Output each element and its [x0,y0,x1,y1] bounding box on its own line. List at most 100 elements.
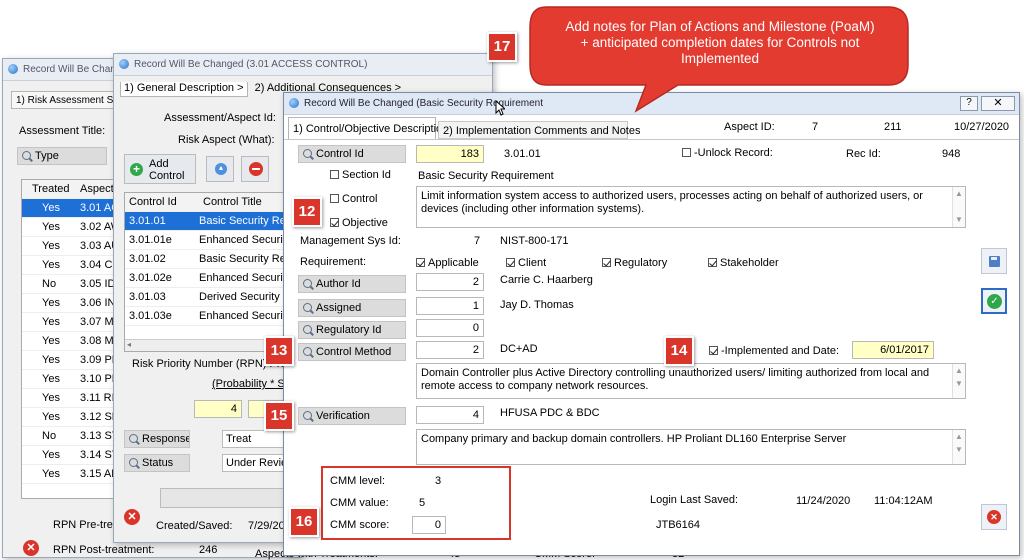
search-icon [303,347,312,356]
assigned-name: Jay D. Thomas [500,299,574,311]
control-id-lookup-button[interactable]: Control Id [298,145,406,163]
implemented-date-field[interactable]: 6/01/2017 [852,341,934,359]
description-text: Limit information system access to autho… [421,190,923,215]
unlock-record-checkbox[interactable]: -Unlock Record: [682,147,773,159]
cmm-level-label: CMM level: [330,475,386,487]
horizontal-scrollbar[interactable]: ◂ [125,339,283,351]
checkbox-label: Applicable [428,257,479,269]
verification-field[interactable]: 4 [416,406,484,424]
assessment-title-label: Assessment Title: [19,125,106,137]
checkbox-label: Stakeholder [720,257,779,269]
method-description-field[interactable]: Domain Controller plus Active Directory … [416,363,966,399]
control-id-field[interactable]: 183 [416,145,484,163]
table-row[interactable]: 3.01.01 Basic Security Req [125,212,283,231]
table-row[interactable]: Yes 3.15 AD [22,465,120,484]
status-field[interactable]: Under Review [222,454,286,472]
button-label: Add Control [149,158,185,182]
regulatory-id-lookup-button[interactable]: Regulatory Id [298,321,406,339]
button-label: Verification [316,410,370,422]
response-lookup-button[interactable]: Response [124,430,190,448]
delete-icon[interactable]: ✕ [23,540,39,556]
search-icon [129,458,138,467]
control-code: 3.01.01 [504,148,541,160]
tab-risk-assessment-setup[interactable]: 1) Risk Assessment Setu [11,91,121,109]
control-id-cell: 3.01.03 [129,291,166,303]
objective-checkbox[interactable]: Objective [330,217,388,229]
applicable-checkbox[interactable]: Applicable [416,257,479,269]
tab-implementation-comments[interactable]: 2) Implementation Comments and Notes [438,121,640,139]
save-button[interactable] [981,248,1007,274]
table-row[interactable]: Yes 3.03 AU [22,237,120,256]
remove-button[interactable] [241,156,269,182]
description-field[interactable]: Limit information system access to autho… [416,186,966,228]
author-name: Carrie C. Haarberg [500,274,593,286]
regulatory-checkbox[interactable]: Regulatory [602,257,667,269]
table-row[interactable]: Yes 3.01 AC [22,199,120,218]
table-row[interactable]: 3.01.02 Basic Security Req [125,250,283,269]
add-control-button[interactable]: + Add Control [124,154,196,184]
cmm-score-field[interactable]: 0 [412,516,446,534]
table-row[interactable]: 3.01.01e Enhanced Security [125,231,283,250]
tab-general-description[interactable]: 1) General Description > [120,82,248,97]
treated-cell: Yes [42,221,60,233]
assigned-lookup-button[interactable]: Assigned [298,299,406,317]
delete-icon[interactable]: ✕ [124,509,140,525]
rec-id-value: 948 [942,148,961,160]
scrollbar[interactable]: ▲ ▼ [952,364,965,398]
table-row[interactable]: Yes 3.04 CC [22,256,120,275]
table-row[interactable]: Yes 3.07 MA [22,313,120,332]
regulatory-id-field[interactable]: 0 [416,319,484,337]
close-button[interactable]: ✕ [981,96,1015,111]
assigned-field[interactable]: 1 [416,297,484,315]
control-method-field[interactable]: 2 [416,341,484,359]
status-lookup-button[interactable]: Status [124,454,190,472]
step-badge-12: 12 [292,197,322,227]
verification-description-field[interactable]: Company primary and backup domain contro… [416,429,966,465]
author-id-lookup-button[interactable]: Author Id [298,275,406,293]
treated-cell: Yes [42,335,60,347]
treated-cell: Yes [42,297,60,309]
client-checkbox[interactable]: Client [506,257,546,269]
type-lookup-button[interactable]: Type [17,147,107,165]
management-sys-value: 7 [474,235,481,247]
table-row[interactable]: 3.01.03e Enhanced Security [125,307,283,326]
control-checkbox[interactable]: Control [330,193,377,205]
checkbox-checked-icon [416,258,425,267]
table-row[interactable]: Yes 3.02 AW [22,218,120,237]
rpn-pre-treatment-label: RPN Pre-treat [53,519,123,531]
table-row[interactable]: Yes 3.08 ME [22,332,120,351]
move-up-button[interactable]: ▲ [206,156,234,182]
implemented-checkbox[interactable]: -Implemented and Date: [709,345,839,357]
author-id-field[interactable]: 2 [416,273,484,291]
treated-cell: Yes [42,316,60,328]
verification-name: HFUSA PDC & BDC [500,407,600,419]
step-badge-15: 15 [264,401,294,431]
table-row[interactable]: Yes3.12 SEC [22,408,120,427]
section-id-checkbox[interactable]: Section Id [330,169,391,181]
table-row[interactable]: Yes 3.10 PH [22,370,120,389]
table-row[interactable]: Yes 3.09 PE [22,351,120,370]
control-method-lookup-button[interactable]: Control Method [298,343,406,361]
table-row[interactable]: Yes 3.11 RIS [22,389,120,408]
table-row[interactable]: Yes 3.06 INC [22,294,120,313]
cancel-button[interactable]: ✕ [981,504,1007,530]
table-row[interactable]: No 3.05 IDE [22,275,120,294]
button-label: Author Id [316,278,361,290]
response-field[interactable]: Treat [222,430,286,448]
step-badge-14: 14 [664,336,694,366]
column-header-control-id: Control Id [129,196,177,208]
rpn-value-field[interactable]: 4 [194,400,242,418]
table-row[interactable]: 3.01.02e Enhanced Security [125,269,283,288]
stakeholder-checkbox[interactable]: Stakeholder [708,257,779,269]
scrollbar[interactable]: ▲ ▼ [952,187,965,227]
help-button[interactable]: ? [960,96,978,111]
treated-cell: No [42,278,57,290]
tab-control-objective-description[interactable]: 1) Control/Objective Description [288,117,448,139]
control-id-cell: 3.01.02 [129,253,166,265]
table-row[interactable]: Yes3.14 SYS [22,446,120,465]
confirm-button[interactable]: ✓ [981,288,1007,314]
table-row[interactable]: 3.01.03 Derived Security R [125,288,283,307]
scrollbar[interactable]: ▲ ▼ [952,430,965,464]
table-row[interactable]: No3.13 SYS [22,427,120,446]
verification-lookup-button[interactable]: Verification [298,407,406,425]
